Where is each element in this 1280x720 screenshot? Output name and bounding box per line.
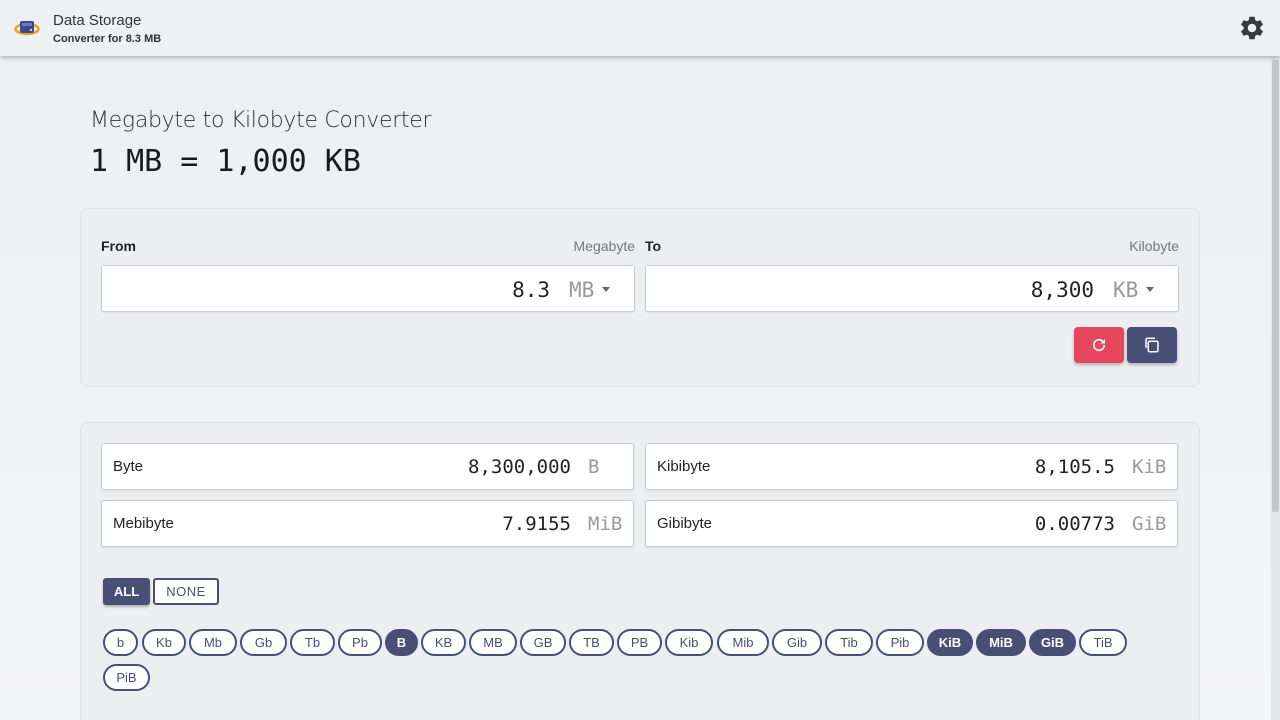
result-unit: KiB (1132, 456, 1167, 478)
unit-chip-gibibyte[interactable]: GiB (1029, 629, 1076, 656)
unit-chip-gigabyte[interactable]: GB (520, 629, 566, 656)
to-input[interactable]: 8,300 KB (645, 265, 1179, 312)
from-unit-name: Megabyte (573, 238, 635, 254)
result-name: Gibibyte (657, 515, 713, 532)
unit-chip-gb[interactable]: Gb (240, 629, 287, 656)
result-value: 0.00773 (1034, 513, 1115, 535)
unit-chip-byte[interactable]: B (385, 629, 418, 656)
reset-button[interactable] (1074, 327, 1124, 363)
scrollbar-thumb[interactable] (1272, 60, 1279, 512)
result-name: Byte (113, 458, 144, 475)
page-title: Megabyte to Kilobyte Converter (90, 108, 432, 133)
copy-icon (1145, 337, 1159, 353)
from-label: From (101, 238, 136, 254)
from-value[interactable]: 8.3 (512, 278, 550, 302)
unit-chip-mebibit[interactable]: Mib (717, 629, 769, 656)
to-unit-select[interactable]: KB (1113, 278, 1138, 302)
to-unit-name: Kilobyte (1129, 238, 1179, 254)
unit-chip-mebibyte[interactable]: MiB (976, 629, 1026, 656)
from-unit-select[interactable]: MB (569, 278, 594, 302)
unit-chip-pb[interactable]: Pb (338, 629, 382, 656)
unit-chip-megabyte[interactable]: MB (469, 629, 517, 656)
unit-chip-tebibit[interactable]: Tib (825, 629, 873, 656)
unit-chip-b[interactable]: b (103, 629, 138, 656)
conversion-formula: 1 MB = 1,000 KB (90, 144, 361, 179)
unit-chip-terabyte[interactable]: TB (569, 629, 614, 656)
result-unit: MiB (588, 513, 623, 535)
unit-chip-tebibyte[interactable]: TiB (1079, 629, 1127, 656)
top-bar: Data Storage Converter for 8.3 MB (0, 0, 1280, 56)
unit-chip-kibibyte[interactable]: KiB (927, 629, 973, 656)
result-row-gibibyte[interactable]: Gibibyte 0.00773 GiB (645, 500, 1178, 547)
to-value[interactable]: 8,300 (1031, 278, 1094, 302)
chevron-down-icon[interactable] (1146, 287, 1154, 292)
unit-chip-kb[interactable]: Kb (142, 629, 186, 656)
result-unit: B (588, 456, 600, 478)
unit-chip-petabyte[interactable]: PB (617, 629, 662, 656)
select-all-button[interactable]: ALL (103, 578, 150, 605)
unit-chip-pebibit[interactable]: Pib (876, 629, 924, 656)
result-row-mebibyte[interactable]: Mebibyte 7.9155 MiB (101, 500, 634, 547)
storage-drive-icon (14, 21, 40, 36)
unit-chip-mb[interactable]: Mb (189, 629, 237, 656)
copy-button[interactable] (1127, 327, 1177, 363)
chevron-down-icon[interactable] (602, 287, 610, 292)
app-title: Data Storage (53, 12, 142, 29)
result-row-kibibyte[interactable]: Kibibyte 8,105.5 KiB (645, 443, 1178, 490)
select-none-button[interactable]: NONE (153, 578, 219, 605)
gear-icon[interactable] (1238, 14, 1266, 42)
unit-chip-kibibit[interactable]: Kib (665, 629, 713, 656)
refresh-icon (1092, 338, 1106, 352)
unit-chip-gibibit[interactable]: Gib (772, 629, 822, 656)
from-input[interactable]: 8.3 MB (101, 265, 635, 312)
app-subtitle: Converter for 8.3 MB (53, 33, 162, 45)
result-value: 8,105.5 (1034, 456, 1115, 478)
unit-chip-kilobyte[interactable]: KB (421, 629, 466, 656)
result-name: Mebibyte (113, 515, 174, 532)
result-row-byte[interactable]: Byte 8,300,000 B (101, 443, 634, 490)
result-value: 8,300,000 (468, 456, 571, 478)
result-value: 7.9155 (502, 513, 571, 535)
result-unit: GiB (1132, 513, 1167, 535)
result-name: Kibibyte (657, 458, 711, 475)
to-label: To (645, 238, 662, 254)
unit-chip-tb[interactable]: Tb (290, 629, 335, 656)
unit-chip-pebibyte[interactable]: PiB (103, 664, 150, 691)
